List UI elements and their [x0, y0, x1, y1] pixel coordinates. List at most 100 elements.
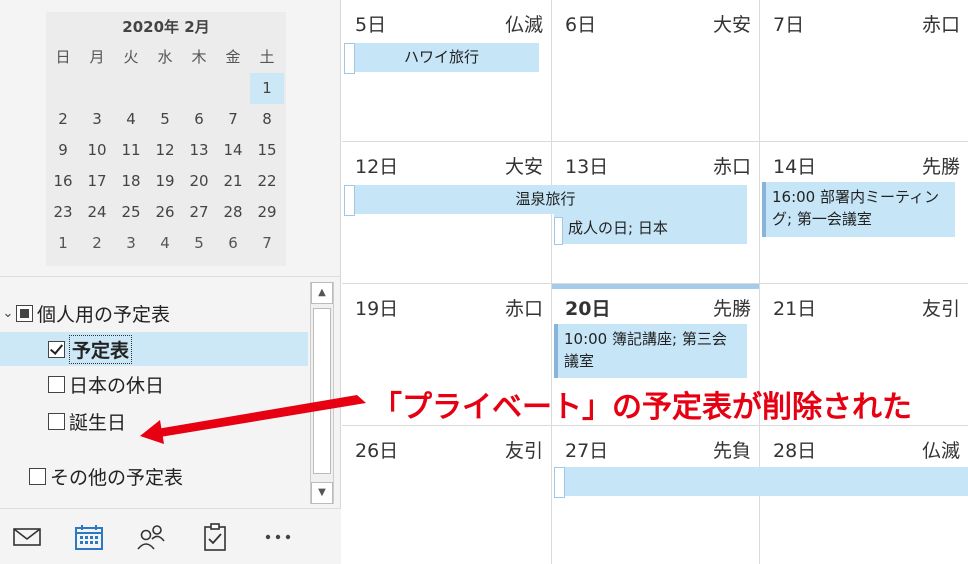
mini-calendar-day[interactable]: 28	[216, 197, 250, 228]
calendar-group-personal[interactable]: ⌄ 個人用の予定表	[0, 296, 308, 330]
calendar-icon[interactable]	[74, 523, 104, 551]
mini-calendar-day[interactable]: 27	[182, 197, 216, 228]
mini-calendar-day[interactable]: 5	[182, 228, 216, 259]
mini-calendar-empty	[182, 73, 216, 104]
mini-calendar-day[interactable]: 14	[216, 135, 250, 166]
group-partial-checkbox[interactable]	[16, 304, 33, 322]
rokuyo-label: 大安	[712, 14, 751, 36]
rokuyo-label: 先勝	[921, 156, 960, 178]
calendar-item-label: 誕生日	[69, 411, 127, 434]
other-calendars-checkbox[interactable]	[29, 467, 46, 485]
mini-calendar-day[interactable]: 12	[148, 135, 182, 166]
weekday-label: 月	[89, 48, 105, 66]
scroll-up-button[interactable]: ▲	[311, 282, 333, 304]
mini-calendar-day[interactable]: 6	[216, 228, 250, 259]
mini-calendar-day[interactable]: 3	[114, 228, 148, 259]
birthdays-checkbox[interactable]	[48, 412, 65, 430]
rokuyo-label: 先勝	[712, 298, 751, 320]
calendar-group-other[interactable]: その他の予定表	[0, 459, 308, 493]
day-number: 28日	[773, 440, 817, 462]
calendar-item-schedule[interactable]: 予定表	[0, 332, 308, 366]
mini-calendar-week: 2 3 4 5 6 7 8	[46, 104, 286, 135]
scroll-thumb[interactable]	[313, 308, 331, 474]
mini-calendar-day[interactable]: 2	[80, 228, 114, 259]
rokuyo-label: 大安	[504, 156, 543, 178]
mini-calendar-day[interactable]: 9	[46, 135, 80, 166]
mini-calendar-empty	[114, 73, 148, 104]
mini-calendar-day[interactable]: 21	[216, 166, 250, 197]
mini-calendar-day[interactable]: 1	[250, 73, 284, 104]
mini-calendar-day[interactable]: 15	[250, 135, 284, 166]
mini-calendar-day[interactable]: 5	[148, 104, 182, 135]
mini-calendar-day[interactable]: 8	[250, 104, 284, 135]
rokuyo-label: 赤口	[504, 298, 543, 320]
mini-calendar-day[interactable]: 1	[46, 228, 80, 259]
chevron-down-icon[interactable]: ⌄	[0, 306, 16, 321]
rokuyo-label: 赤口	[921, 14, 960, 36]
day-number: 5日	[355, 14, 387, 36]
mini-calendar-day[interactable]: 18	[114, 166, 148, 197]
day-number: 27日	[565, 440, 609, 462]
mini-calendar-day[interactable]: 7	[216, 104, 250, 135]
mini-calendar-day[interactable]: 29	[250, 197, 284, 228]
mini-calendar-weekday-row: 日 月 火 水 木 金 土	[46, 42, 286, 73]
rokuyo-label: 仏滅	[921, 440, 960, 462]
mini-calendar-day[interactable]: 26	[148, 197, 182, 228]
event-onsen-trip[interactable]: 温泉旅行	[344, 185, 747, 216]
rokuyo-label: 友引	[921, 298, 960, 320]
mini-calendar-week: 23 24 25 26 27 28 29	[46, 197, 286, 228]
mail-icon[interactable]	[12, 523, 42, 551]
event-department-meeting[interactable]: 16:00 部署内ミーティング; 第一会議室	[762, 182, 955, 237]
mini-calendar-day[interactable]: 22	[250, 166, 284, 197]
day-cell[interactable]: 7日 赤口	[760, 0, 968, 142]
mini-calendar-day[interactable]: 7	[250, 228, 284, 259]
day-number: 14日	[773, 156, 817, 178]
mini-calendar-day[interactable]: 4	[114, 104, 148, 135]
weekday-label: 土	[259, 48, 275, 66]
mini-calendar-day[interactable]: 19	[148, 166, 182, 197]
month-view-grid: 5日 仏滅 6日 大安 7日 赤口 12日 大安 13日 赤口 14日 先勝 1…	[342, 0, 968, 564]
mini-calendar-day[interactable]: 3	[80, 104, 114, 135]
calendar-list-scrollbar[interactable]: ▲ ▼	[310, 282, 334, 504]
mini-calendar-empty	[80, 73, 114, 104]
calendar-item-label: 日本の休日	[69, 374, 165, 397]
event-boki-lecture[interactable]: 10:00 簿記講座; 第三会議室	[554, 324, 747, 378]
mini-calendar-empty	[46, 73, 80, 104]
mini-calendar-day[interactable]: 24	[80, 197, 114, 228]
mini-calendar-day[interactable]: 13	[182, 135, 216, 166]
schedule-checkbox[interactable]	[48, 340, 65, 358]
mini-calendar-day[interactable]: 2	[46, 104, 80, 135]
people-icon[interactable]	[136, 523, 166, 551]
event-multiday[interactable]	[554, 467, 968, 498]
calendar-item-japan-holidays[interactable]: 日本の休日	[0, 367, 308, 401]
day-cell[interactable]: 6日 大安	[552, 0, 760, 142]
event-hawaii-trip[interactable]: ハワイ旅行	[344, 43, 539, 74]
today-indicator	[552, 284, 759, 289]
mini-calendar-day[interactable]: 4	[148, 228, 182, 259]
more-icon[interactable]	[263, 523, 293, 551]
mini-calendar-day[interactable]: 10	[80, 135, 114, 166]
weekday-label: 火	[123, 48, 139, 66]
mini-calendar-title[interactable]: 2020年 2月	[46, 12, 286, 42]
mini-calendar-day[interactable]: 16	[46, 166, 80, 197]
mini-calendar-day[interactable]: 17	[80, 166, 114, 197]
rokuyo-label: 友引	[504, 440, 543, 462]
mini-calendar-empty	[216, 73, 250, 104]
mini-calendar-day[interactable]: 20	[182, 166, 216, 197]
tasks-icon[interactable]	[200, 523, 230, 551]
mini-calendar-week: 9 10 11 12 13 14 15	[46, 135, 286, 166]
scroll-down-button[interactable]: ▼	[311, 482, 333, 504]
weekday-label: 金	[225, 48, 241, 66]
mini-calendar-day[interactable]: 11	[114, 135, 148, 166]
day-cell[interactable]: 26日 友引	[342, 426, 552, 564]
event-holiday-seijin[interactable]: 成人の日; 日本	[554, 213, 747, 245]
mini-calendar-day[interactable]: 25	[114, 197, 148, 228]
annotation-text: 「プライベート」の予定表が削除された	[372, 390, 912, 425]
calendar-item-label: 予定表	[69, 334, 133, 364]
mini-calendar-day[interactable]: 23	[46, 197, 80, 228]
japan-holidays-checkbox[interactable]	[48, 375, 65, 393]
calendar-item-birthdays[interactable]: 誕生日	[0, 404, 308, 438]
mini-calendar-day[interactable]: 6	[182, 104, 216, 135]
weekday-label: 木	[191, 48, 207, 66]
rokuyo-label: 先負	[712, 440, 751, 462]
